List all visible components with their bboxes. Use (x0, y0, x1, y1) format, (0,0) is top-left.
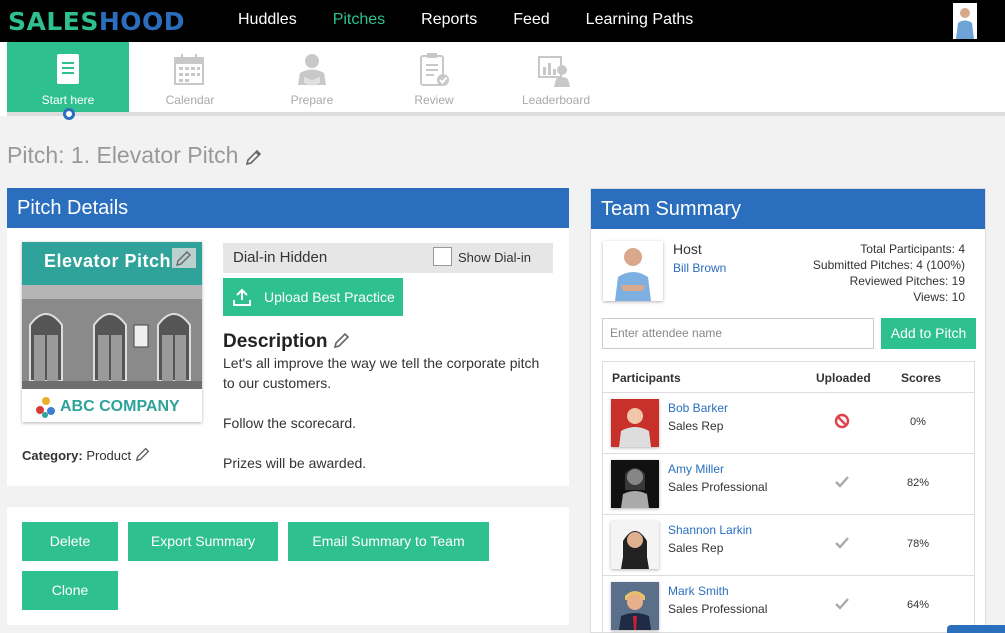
pitch-details-header: Pitch Details (7, 188, 569, 228)
host-name-link[interactable]: Bill Brown (673, 261, 726, 275)
check-icon (835, 537, 849, 549)
host-avatar[interactable] (603, 241, 663, 301)
check-icon (835, 598, 849, 610)
review-icon (420, 53, 449, 86)
blocked-icon (834, 413, 850, 429)
table-row[interactable]: Mark Smith Sales Professional 64% (603, 576, 974, 633)
pitch-details-panel: Pitch Details Elevator Pitch ABC COMPANY… (7, 188, 569, 486)
participant-score: 64% (906, 599, 930, 611)
page-title: Pitch: 1. Elevator Pitch (7, 142, 263, 169)
subtabs-divider (7, 112, 1005, 116)
export-summary-button[interactable]: Export Summary (128, 522, 278, 561)
main-nav: Huddles Pitches Reports Feed Learning Pa… (238, 0, 729, 42)
dial-in-status: Dial-in Hidden (233, 249, 328, 266)
participant-role: Sales Rep (668, 419, 724, 433)
description-heading: Description (223, 331, 351, 353)
category-label: Category: (22, 448, 83, 463)
pitch-subtabs: Start here Calendar Prepare Review Leade… (0, 42, 1005, 120)
dial-in-bar: Dial-in Hidden Show Dial-in (223, 243, 553, 273)
pitch-stats: Total Participants: 4 Submitted Pitches:… (812, 242, 965, 304)
pencil-icon[interactable] (245, 148, 263, 166)
team-summary-header: Team Summary (591, 189, 985, 229)
pitch-thumbnail[interactable]: Elevator Pitch ABC COMPANY (22, 242, 202, 422)
tab-label: Leaderboard (521, 93, 591, 107)
participant-role: Sales Professional (668, 602, 768, 616)
thumbnail-company: ABC COMPANY (60, 398, 180, 415)
participant-score: 78% (906, 538, 930, 550)
participant-avatar (611, 521, 659, 569)
tab-label: Review (414, 93, 454, 107)
show-dial-in-label[interactable]: Show Dial-in (458, 250, 531, 265)
document-icon (57, 54, 79, 84)
attendee-input[interactable]: Enter attendee name (602, 318, 874, 349)
top-nav-bar: SALESHOOD Huddles Pitches Reports Feed L… (0, 0, 1005, 42)
host-label: Host (673, 241, 702, 257)
nav-huddles[interactable]: Huddles (238, 0, 297, 42)
tab-calendar[interactable]: Calendar (129, 42, 251, 112)
col-scores[interactable]: Scores (901, 371, 941, 385)
participant-score: 0% (910, 416, 926, 428)
participant-score: 82% (906, 477, 930, 489)
team-summary-panel: Team Summary Host Bill Brown Total Parti… (590, 188, 986, 633)
tab-start-here[interactable]: Start here (7, 42, 129, 112)
tab-label: Prepare (290, 93, 334, 107)
col-uploaded[interactable]: Uploaded (816, 371, 871, 385)
table-row[interactable]: Shannon Larkin Sales Rep 78% (603, 515, 974, 576)
check-icon (835, 476, 849, 488)
nav-learning-paths[interactable]: Learning Paths (586, 0, 694, 42)
participant-name[interactable]: Amy Miller (668, 462, 724, 476)
elevator-photo (22, 285, 202, 389)
nav-reports[interactable]: Reports (421, 0, 477, 42)
tab-label: Start here (41, 93, 95, 107)
participants-table: Participants Uploaded Scores Bob Barker … (602, 361, 975, 633)
participant-role: Sales Professional (668, 480, 768, 494)
participant-avatar (611, 399, 659, 447)
calendar-icon (174, 54, 204, 85)
saleshood-logo[interactable]: SALESHOOD (8, 7, 185, 36)
nav-feed[interactable]: Feed (513, 0, 549, 42)
leaderboard-icon (538, 56, 570, 87)
participant-avatar (611, 582, 659, 630)
upload-icon (233, 288, 251, 306)
upload-label: Upload Best Practice (264, 289, 395, 305)
col-participants[interactable]: Participants (612, 371, 681, 385)
category-value: Product (86, 448, 132, 463)
show-dial-in-checkbox[interactable] (433, 247, 452, 266)
description-text: Let's all improve the way we tell the co… (223, 355, 540, 471)
chat-widget-tab[interactable] (947, 625, 1005, 633)
prepare-icon (298, 54, 326, 86)
participant-name[interactable]: Shannon Larkin (668, 523, 752, 537)
table-header: Participants Uploaded Scores (603, 362, 974, 393)
upload-best-practice-button[interactable]: Upload Best Practice (223, 278, 403, 316)
add-to-pitch-button[interactable]: Add to Pitch (881, 318, 976, 349)
participant-name[interactable]: Mark Smith (668, 584, 729, 598)
pitch-actions-panel: Delete Export Summary Email Summary to T… (7, 507, 569, 625)
participant-name[interactable]: Bob Barker (668, 401, 728, 415)
email-summary-button[interactable]: Email Summary to Team (288, 522, 489, 561)
active-tab-marker (63, 108, 75, 120)
pencil-icon[interactable] (333, 331, 351, 349)
nav-pitches[interactable]: Pitches (333, 0, 385, 42)
pencil-icon[interactable] (172, 248, 196, 268)
pencil-icon[interactable] (135, 446, 151, 462)
tab-prepare[interactable]: Prepare (251, 42, 373, 112)
user-avatar[interactable] (953, 3, 977, 39)
clone-button[interactable]: Clone (22, 571, 118, 610)
participant-role: Sales Rep (668, 541, 724, 555)
table-row[interactable]: Bob Barker Sales Rep 0% (603, 393, 974, 454)
table-row[interactable]: Amy Miller Sales Professional 82% (603, 454, 974, 515)
participant-avatar (611, 460, 659, 508)
delete-button[interactable]: Delete (22, 522, 118, 561)
tab-label: Calendar (165, 93, 215, 107)
category: Category: Product (22, 446, 151, 463)
tab-leaderboard[interactable]: Leaderboard (495, 42, 617, 112)
tab-review[interactable]: Review (373, 42, 495, 112)
